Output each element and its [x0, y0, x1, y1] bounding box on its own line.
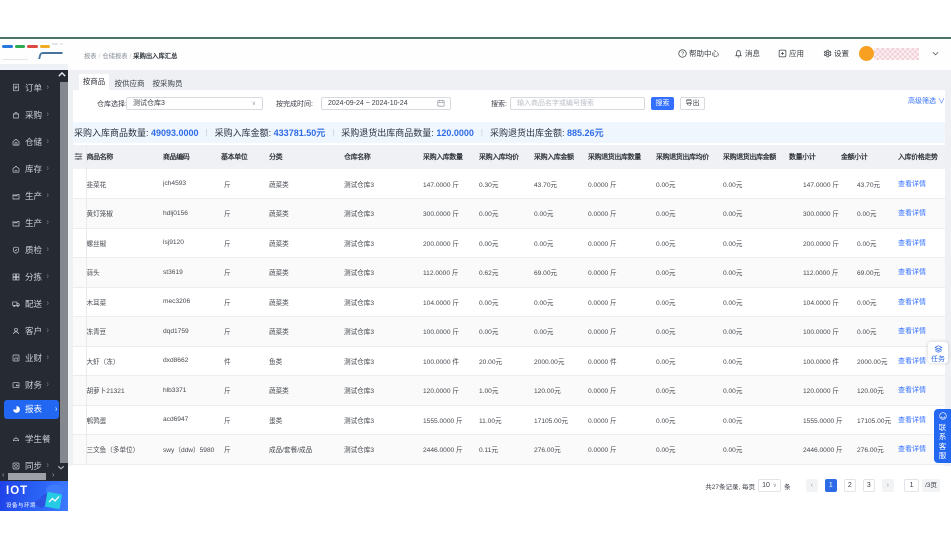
svg-text:?: ? [681, 51, 684, 57]
